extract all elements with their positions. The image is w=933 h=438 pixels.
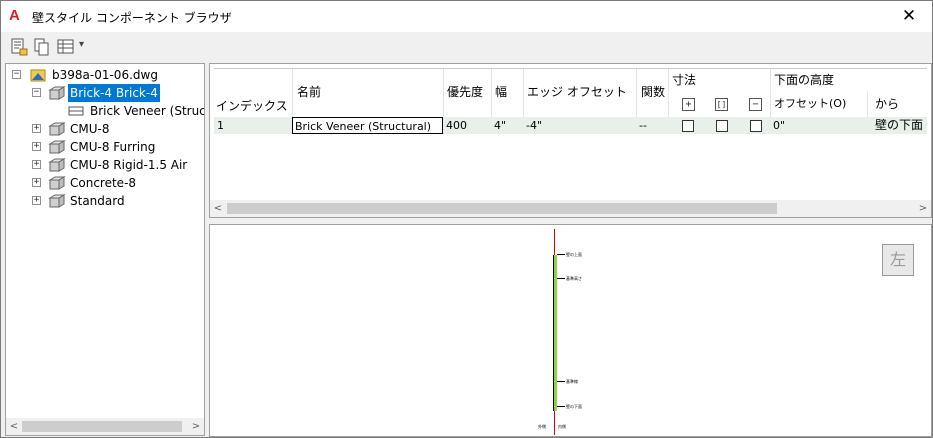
wall-style-icon (48, 86, 66, 100)
window-title: 壁スタイル コンポーネント ブラウザ (32, 11, 232, 25)
cell-function[interactable]: -- (639, 117, 647, 134)
scroll-thumb[interactable] (22, 421, 182, 432)
label-wall-bottom: 壁の下面 (566, 404, 582, 409)
cell-from[interactable]: 壁の下面 (875, 117, 923, 134)
tree-horizontal-scrollbar[interactable]: < > (6, 418, 204, 435)
component-browser-window: A 壁スタイル コンポーネント ブラウザ ✕ ▾ − b398a-01-06.d… (0, 0, 933, 438)
collapse-icon[interactable]: − (32, 88, 41, 97)
wall-style-icon (48, 194, 66, 208)
expand-icon[interactable]: + (32, 142, 41, 151)
grid-table: インデックス 名前 優先度 幅 エッジ オフセット 関数 寸法 下面の高度 オフ… (214, 68, 927, 198)
wall-component-icon (68, 106, 84, 116)
column-header-name[interactable]: 名前 (297, 83, 321, 100)
style-list-icon[interactable] (10, 38, 28, 56)
view-options-icon[interactable]: ▾ (57, 38, 89, 56)
toolbar: ▾ (1, 32, 932, 61)
column-header-bottom-elevation[interactable]: 下面の高度 (774, 71, 834, 88)
expand-icon[interactable]: + (32, 160, 41, 169)
tree-item-standard[interactable]: + Standard (10, 192, 200, 210)
baseline-line-bottom (554, 411, 555, 435)
scroll-left-icon[interactable]: < (6, 418, 22, 435)
cell-offset[interactable]: 0" (773, 117, 785, 134)
dimension-checkbox-3[interactable] (750, 120, 762, 132)
table-row[interactable]: 1 Brick Veneer (Structural) 400 4" -4" -… (214, 117, 927, 134)
wall-style-icon (48, 140, 66, 154)
expand-icon[interactable]: + (32, 196, 41, 205)
cell-priority[interactable]: 400 (446, 117, 467, 134)
dimension-add-icon[interactable]: + (682, 98, 695, 111)
expand-icon[interactable]: + (32, 124, 41, 133)
cell-index: 1 (217, 119, 224, 132)
tree-item-cmu-8[interactable]: + CMU-8 (10, 120, 200, 138)
wall-preview: 壁の上面 基準高さ 基準線 壁の下面 外側 内側 左 (209, 224, 932, 437)
tree-item-label: Concrete-8 (70, 176, 137, 190)
column-header-edge-offset[interactable]: エッジ オフセット (527, 83, 627, 100)
label-exterior: 外側 (538, 424, 546, 429)
dimension-checkbox-1[interactable] (682, 120, 694, 132)
cell-edge-offset[interactable]: -4" (526, 117, 542, 134)
tree-root[interactable]: − b398a-01-06.dwg (10, 66, 200, 84)
tree-item-label: Standard (70, 194, 125, 208)
tree-item-cmu-8-furring[interactable]: + CMU-8 Furring (10, 138, 200, 156)
scroll-right-icon[interactable]: > (188, 418, 204, 435)
scroll-left-icon[interactable]: < (210, 200, 226, 217)
tree-item-label: Brick Veneer (Structura (90, 104, 204, 118)
column-header-width[interactable]: 幅 (495, 83, 507, 100)
tree-item-label: CMU-8 (70, 122, 110, 136)
drawing-file-icon (30, 69, 46, 82)
tree-item-brick-veneer[interactable]: Brick Veneer (Structura (10, 102, 204, 120)
wall-style-icon (48, 122, 66, 136)
label-interior: 内側 (558, 424, 566, 429)
column-header-from[interactable]: から (875, 95, 899, 112)
tree-item-label: CMU-8 Furring (70, 140, 156, 154)
tree-item-concrete-8[interactable]: + Concrete-8 (10, 174, 200, 192)
tree-item-label: CMU-8 Rigid-1.5 Air (70, 158, 188, 172)
cell-width[interactable]: 4" (494, 117, 506, 134)
dimension-checkbox-2[interactable] (716, 120, 728, 132)
chevron-down-icon[interactable]: ▾ (79, 39, 84, 50)
dimension-center-icon[interactable]: [] (715, 98, 728, 111)
cell-name[interactable]: Brick Veneer (Structural) (292, 117, 443, 134)
expand-icon[interactable]: + (32, 178, 41, 187)
view-side-button[interactable]: 左 (882, 244, 914, 276)
close-button[interactable]: ✕ (886, 1, 932, 32)
wall-style-icon (48, 158, 66, 172)
grid-horizontal-scrollbar[interactable]: < > (210, 200, 931, 217)
wall-style-icon (48, 176, 66, 190)
tree-root-label: b398a-01-06.dwg (52, 68, 158, 82)
dimension-subtract-icon[interactable]: − (749, 98, 762, 111)
autocad-app-icon: A (9, 7, 20, 24)
tree-item-brick-4[interactable]: − Brick-4 Brick-4 (10, 84, 200, 102)
scroll-thumb[interactable] (227, 203, 777, 214)
title-bar: A 壁スタイル コンポーネント ブラウザ ✕ (1, 1, 932, 32)
column-header-dimension[interactable]: 寸法 (672, 71, 696, 88)
style-tree: − b398a-01-06.dwg − Brick-4 Brick-4 Bric… (5, 63, 205, 436)
column-header-offset[interactable]: オフセット(O) (774, 95, 846, 111)
tree-item-cmu-8-rigid[interactable]: + CMU-8 Rigid-1.5 Air (10, 156, 200, 174)
column-header-priority[interactable]: 優先度 (447, 83, 483, 100)
baseline-line-top (554, 229, 555, 255)
collapse-icon[interactable]: − (12, 70, 21, 79)
label-baseline: 基準線 (566, 379, 578, 384)
tree-item-label: Brick-4 Brick-4 (68, 84, 160, 102)
component-grid: インデックス 名前 優先度 幅 エッジ オフセット 関数 寸法 下面の高度 オフ… (209, 63, 932, 218)
scroll-right-icon[interactable]: > (915, 200, 931, 217)
copy-icon[interactable] (33, 38, 51, 56)
column-header-function[interactable]: 関数 (641, 83, 665, 100)
column-header-index[interactable]: インデックス (216, 97, 288, 114)
label-wall-top: 壁の上面 (566, 252, 582, 257)
label-base-height: 基準高さ (566, 276, 582, 281)
